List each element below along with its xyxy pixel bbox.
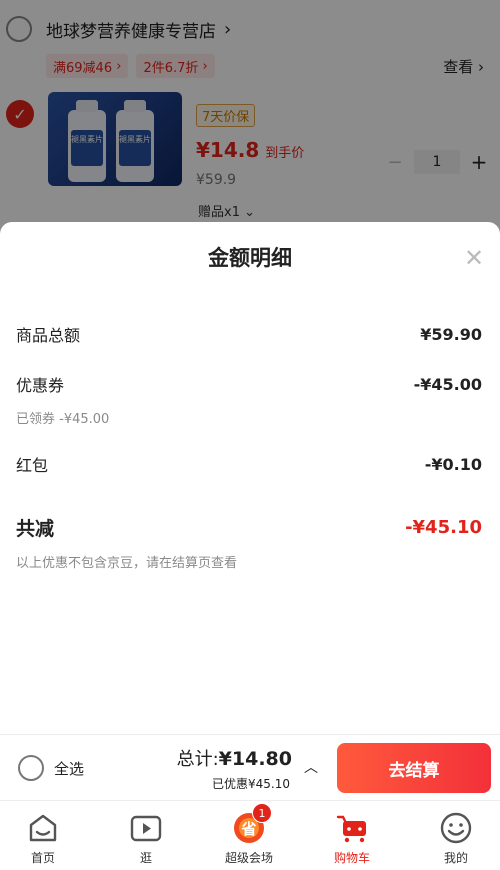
tab-home[interactable]: 首页	[3, 807, 83, 867]
saved-amount: 已优惠¥45.10	[212, 777, 290, 791]
close-icon[interactable]: ✕	[456, 240, 492, 276]
bottom-tab-bar: 首页 逛 省 1 超级会场 购物车 我的	[0, 800, 500, 870]
svg-text:省: 省	[240, 820, 256, 838]
modal-overlay[interactable]	[0, 0, 500, 240]
red-packet-label: 红包	[16, 456, 49, 475]
tab-label: 逛	[139, 851, 152, 865]
select-all-label[interactable]: 全选	[54, 758, 84, 779]
red-packet-row: 红包 -¥0.10	[16, 452, 482, 476]
coupon-row: 优惠券 -¥45.00	[16, 372, 482, 396]
tab-super-venue[interactable]: 省 1 超级会场	[209, 803, 289, 867]
tab-profile[interactable]: 我的	[416, 807, 496, 867]
tab-cart[interactable]: 购物车	[312, 807, 392, 867]
checkout-button[interactable]: 去结算	[337, 743, 491, 793]
profile-icon	[439, 811, 473, 845]
home-icon	[26, 811, 60, 845]
tab-label: 超级会场	[224, 851, 273, 865]
total-discount-value: -¥45.10	[405, 517, 482, 538]
cart-icon	[335, 811, 369, 845]
coupon-sub: 已领券 -¥45.00	[16, 412, 110, 427]
select-all[interactable]: 全选	[18, 755, 84, 781]
coupon-value: -¥45.00	[413, 374, 482, 394]
checkout-bar: 全选 总计: ¥14.80 已优惠¥45.10 ︿ 去结算	[0, 734, 500, 800]
coupon-label: 优惠券	[16, 376, 65, 395]
amount-detail-sheet: 金额明细 ✕ 商品总额 ¥59.90 优惠券 -¥45.00 已领券 -¥45.…	[0, 222, 500, 734]
tab-explore[interactable]: 逛	[106, 807, 186, 867]
goods-total-label: 商品总额	[16, 326, 81, 345]
discount-note: 以上优惠不包含京豆，请在结算页查看	[16, 556, 238, 571]
video-icon	[129, 811, 163, 845]
tab-label: 购物车	[333, 851, 370, 865]
tab-badge: 1	[252, 803, 272, 823]
sheet-title: 金额明细	[208, 246, 292, 270]
total-price: 总计: ¥14.80	[176, 748, 292, 770]
total-discount-row: 共减 -¥45.10	[16, 514, 482, 541]
goods-total-row: 商品总额 ¥59.90	[16, 322, 482, 346]
tab-label: 首页	[30, 851, 55, 865]
red-packet-value: -¥0.10	[424, 454, 482, 474]
select-all-radio[interactable]	[18, 755, 44, 781]
goods-total-value: ¥59.90	[420, 324, 482, 344]
total-discount-label: 共减	[16, 518, 55, 540]
tab-label: 我的	[443, 851, 468, 865]
chevron-up-icon[interactable]: ︿	[304, 757, 318, 777]
super-venue-icon: 省 1	[232, 803, 272, 845]
